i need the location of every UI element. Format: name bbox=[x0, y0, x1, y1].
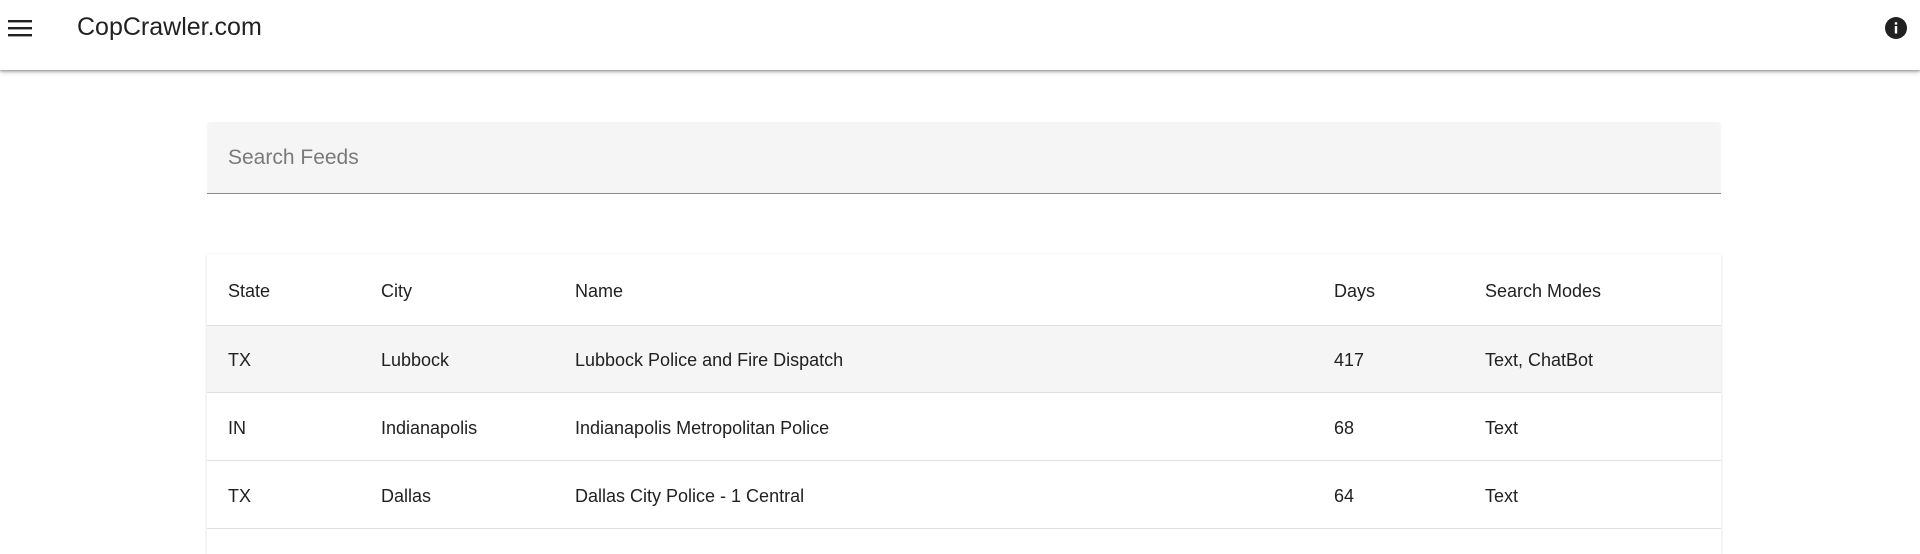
cell-state: TX bbox=[228, 350, 252, 370]
app-bar: CopCrawler.com bbox=[0, 0, 1920, 70]
cell-search-modes: Text bbox=[1485, 418, 1519, 438]
cell-city: Lubbock bbox=[381, 350, 450, 370]
column-header-name[interactable]: Name bbox=[575, 280, 623, 302]
feeds-table: State City Name Days Search Modes TX Lub… bbox=[207, 254, 1721, 554]
cell-state: IN bbox=[228, 418, 246, 438]
info-icon[interactable] bbox=[1884, 16, 1908, 40]
table-row[interactable]: IN Indianapolis Indianapolis Metropolita… bbox=[207, 394, 1721, 461]
cell-name: Indianapolis Metropolitan Police bbox=[575, 418, 830, 438]
hamburger-menu-icon[interactable] bbox=[8, 14, 32, 42]
cell-days: 64 bbox=[1334, 486, 1355, 506]
column-header-search-modes[interactable]: Search Modes bbox=[1485, 280, 1601, 302]
column-header-state[interactable]: State bbox=[228, 280, 270, 302]
cell-name: Lubbock Police and Fire Dispatch bbox=[575, 350, 844, 370]
cell-search-modes: Text, ChatBot bbox=[1485, 350, 1594, 370]
table-row[interactable]: TX Lubbock Lubbock Police and Fire Dispa… bbox=[207, 326, 1721, 393]
search-field bbox=[207, 122, 1721, 194]
cell-state: TX bbox=[228, 486, 252, 506]
cell-name: Dallas City Police - 1 Central bbox=[575, 486, 805, 506]
table-header-row: State City Name Days Search Modes bbox=[207, 254, 1721, 326]
cell-city: Dallas bbox=[381, 486, 432, 506]
app-title[interactable]: CopCrawler.com bbox=[77, 11, 262, 43]
cell-search-modes: Text bbox=[1485, 486, 1519, 506]
column-header-city[interactable]: City bbox=[381, 280, 412, 302]
search-input[interactable] bbox=[207, 122, 1721, 193]
cell-city: Indianapolis bbox=[381, 418, 478, 438]
cell-days: 68 bbox=[1334, 418, 1355, 438]
cell-days: 417 bbox=[1334, 350, 1365, 370]
column-header-days[interactable]: Days bbox=[1334, 280, 1375, 302]
